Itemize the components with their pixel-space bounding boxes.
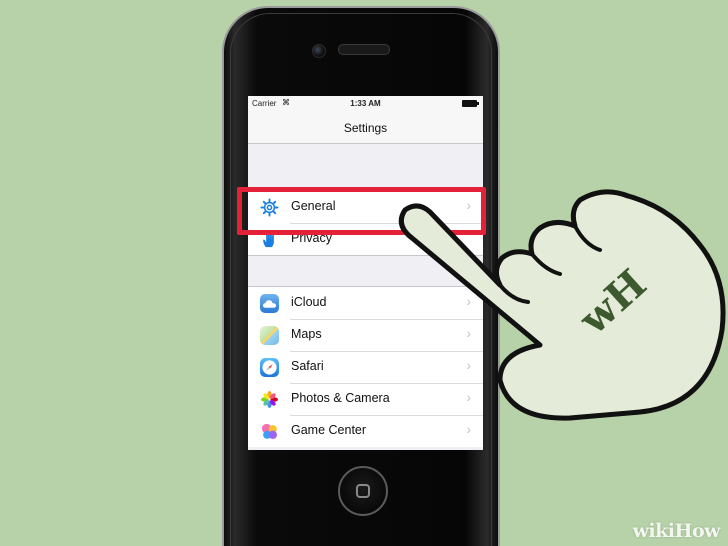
wikihow-logo: wikiHow [632, 520, 721, 542]
pointing-hand-illustration: wH [398, 189, 726, 421]
